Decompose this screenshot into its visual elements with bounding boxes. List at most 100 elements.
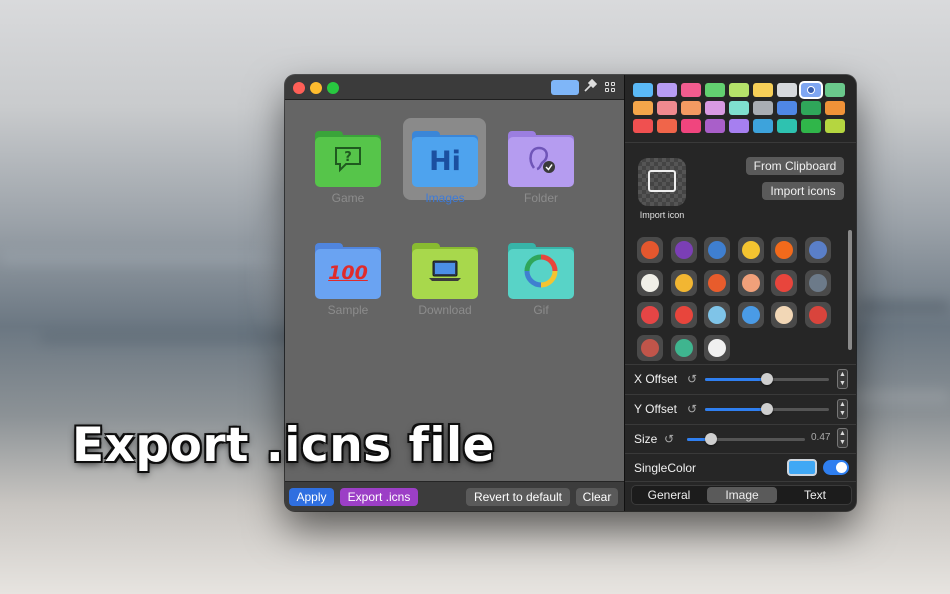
folder-icon: 100 bbox=[315, 243, 381, 299]
inspector-pane: Import icon From Clipboard Import icons … bbox=[624, 75, 856, 511]
padlock-icon[interactable] bbox=[737, 237, 764, 263]
folder-label: Gif bbox=[533, 303, 549, 317]
divider bbox=[625, 394, 856, 395]
sync-circle-icon[interactable] bbox=[704, 269, 730, 296]
x-offset-stepper[interactable]: ▲ ▼ bbox=[837, 369, 848, 389]
palette-swatch[interactable] bbox=[657, 119, 677, 133]
bootstrap-icon[interactable] bbox=[670, 237, 697, 263]
floppy-disk-icon[interactable] bbox=[804, 269, 831, 296]
apply-button[interactable]: Apply bbox=[289, 488, 334, 506]
backpack-icon[interactable] bbox=[637, 334, 663, 361]
palette-swatch[interactable] bbox=[801, 119, 821, 133]
palette-swatch[interactable] bbox=[705, 119, 725, 133]
single-color-label: SingleColor bbox=[634, 461, 697, 475]
single-color-well[interactable] bbox=[787, 459, 817, 476]
y-offset-label: Y Offset bbox=[634, 402, 677, 416]
person-icon[interactable] bbox=[771, 302, 797, 328]
icon-library-scrollbar[interactable] bbox=[848, 230, 852, 350]
palette-swatch[interactable] bbox=[825, 83, 845, 97]
palette-swatch[interactable] bbox=[825, 101, 845, 115]
x-offset-slider[interactable] bbox=[705, 373, 829, 385]
tab-image[interactable]: Image bbox=[707, 487, 777, 503]
palette-swatch[interactable] bbox=[729, 83, 749, 97]
x-offset-label: X Offset bbox=[634, 372, 678, 386]
reset-size-icon[interactable]: ↺ bbox=[664, 433, 676, 445]
folder-label: Images bbox=[425, 191, 465, 205]
import-icons-button[interactable]: Import icons bbox=[762, 182, 844, 200]
palette-swatch[interactable] bbox=[705, 101, 725, 115]
import-icon-tile[interactable] bbox=[638, 158, 686, 206]
infinity-icon[interactable] bbox=[771, 237, 797, 263]
palette-swatch[interactable] bbox=[681, 101, 701, 115]
palette-swatch[interactable] bbox=[657, 83, 677, 97]
palette-swatch[interactable] bbox=[753, 101, 773, 115]
color-swatch-icon[interactable] bbox=[551, 80, 579, 95]
palette-swatch[interactable] bbox=[729, 101, 749, 115]
grid-icon[interactable] bbox=[605, 82, 616, 93]
yin-yang-icon[interactable] bbox=[704, 334, 730, 361]
tab-general[interactable]: General bbox=[634, 487, 704, 503]
minimize-button[interactable] bbox=[310, 82, 322, 94]
y-offset-stepper[interactable]: ▲ ▼ bbox=[837, 399, 848, 419]
clown-icon[interactable] bbox=[670, 302, 697, 328]
palette-swatch[interactable] bbox=[801, 101, 821, 115]
refresh-cycle-icon bbox=[521, 251, 561, 296]
palette-swatch[interactable] bbox=[633, 119, 653, 133]
folder-item[interactable]: Hi Images bbox=[396, 131, 494, 205]
palette-swatch[interactable] bbox=[753, 119, 773, 133]
bus-icon[interactable] bbox=[737, 302, 764, 328]
eyedropper-icon[interactable] bbox=[582, 78, 598, 95]
compass-icon[interactable] bbox=[637, 237, 663, 263]
palette-swatch[interactable] bbox=[729, 119, 749, 133]
palette-swatch[interactable] bbox=[681, 119, 701, 133]
size-slider-knob[interactable] bbox=[704, 433, 717, 445]
x-offset-slider-knob[interactable] bbox=[761, 373, 773, 385]
folder-item[interactable]: ? Game bbox=[299, 131, 397, 205]
palette-swatch[interactable] bbox=[801, 83, 821, 97]
reset-y-offset-icon[interactable]: ↺ bbox=[687, 403, 699, 415]
palette-swatch[interactable] bbox=[633, 101, 653, 115]
piggy-bank-icon[interactable] bbox=[737, 269, 764, 296]
palette-swatch[interactable] bbox=[657, 101, 677, 115]
revert-to-default-button[interactable]: Revert to default bbox=[466, 488, 570, 506]
clear-button[interactable]: Clear bbox=[576, 488, 618, 506]
palette-swatch[interactable] bbox=[777, 119, 797, 133]
tab-text[interactable]: Text bbox=[780, 487, 850, 503]
folder-glyph-text: Hi bbox=[429, 145, 461, 177]
question-bubble-icon: ? bbox=[333, 145, 363, 178]
folder-item[interactable]: Folder bbox=[492, 131, 590, 205]
magic-wand-icon[interactable] bbox=[804, 237, 831, 263]
medal-icon[interactable] bbox=[670, 269, 697, 296]
palette-swatch[interactable] bbox=[777, 101, 797, 115]
bottom-toolbar: Apply Export .icns Revert to default Cle… bbox=[285, 481, 624, 511]
y-offset-slider-knob[interactable] bbox=[761, 403, 773, 415]
palette-swatch[interactable] bbox=[825, 119, 845, 133]
palette-swatch[interactable] bbox=[681, 83, 701, 97]
palette-swatch[interactable] bbox=[753, 83, 773, 97]
palette-swatch[interactable] bbox=[777, 83, 797, 97]
folder-item[interactable]: Gif bbox=[492, 243, 590, 317]
monitor-icon[interactable] bbox=[704, 237, 730, 263]
close-button[interactable] bbox=[293, 82, 305, 94]
size-slider[interactable] bbox=[687, 433, 805, 445]
chemistry-flask-icon[interactable] bbox=[704, 302, 730, 328]
export-icns-button[interactable]: Export .icns bbox=[340, 488, 418, 506]
gift-icon[interactable] bbox=[637, 302, 663, 328]
first-aid-icon[interactable] bbox=[804, 302, 831, 328]
single-color-toggle[interactable] bbox=[823, 460, 849, 475]
x-offset-slider-fill bbox=[705, 378, 767, 381]
from-clipboard-button[interactable]: From Clipboard bbox=[746, 157, 844, 175]
lifebuoy-icon[interactable] bbox=[771, 269, 797, 296]
size-stepper[interactable]: ▲ ▼ bbox=[837, 428, 848, 448]
folder-item[interactable]: Download bbox=[396, 243, 494, 317]
y-offset-slider[interactable] bbox=[705, 403, 829, 415]
reset-x-offset-icon[interactable]: ↺ bbox=[687, 373, 699, 385]
palette-swatch[interactable] bbox=[633, 83, 653, 97]
map-icon[interactable] bbox=[637, 269, 663, 296]
zoom-button[interactable] bbox=[327, 82, 339, 94]
background-streak bbox=[40, 330, 300, 344]
palette-swatch[interactable] bbox=[705, 83, 725, 97]
divider bbox=[625, 453, 856, 454]
beach-ball-icon[interactable] bbox=[670, 334, 697, 361]
folder-item[interactable]: 100 Sample bbox=[299, 243, 397, 317]
